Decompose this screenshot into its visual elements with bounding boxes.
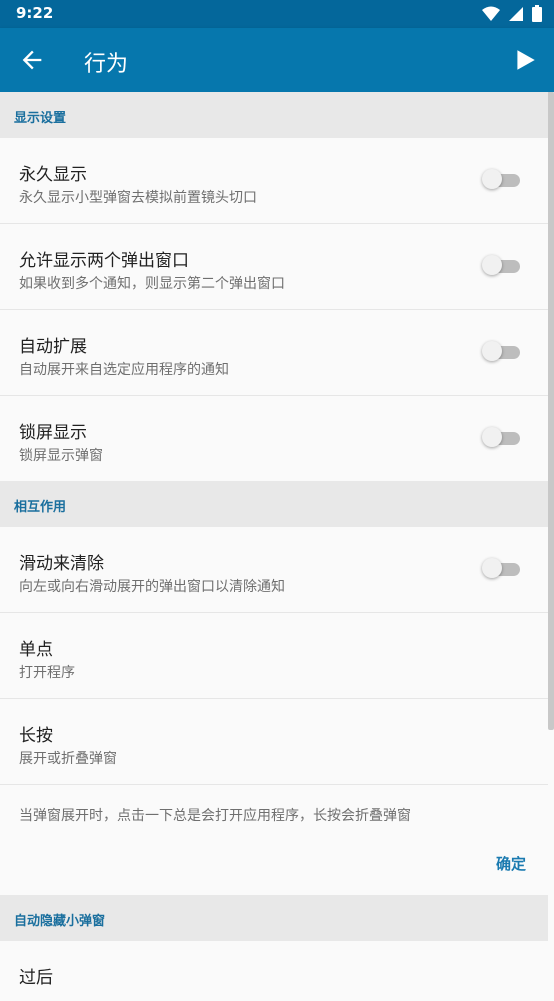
setting-subtitle: 自动展开来自选定应用程序的通知 — [19, 362, 229, 378]
scrollbar[interactable] — [548, 92, 554, 730]
setting-subtitle: 永久显示小型弹窗去模拟前置镜头切口 — [19, 190, 257, 206]
auto-expand-toggle[interactable] — [482, 341, 520, 361]
status-icons — [482, 5, 542, 22]
app-bar: 行为 — [0, 28, 554, 92]
setting-long-press[interactable]: 长按 展开或折叠弹窗 — [0, 699, 548, 785]
setting-title: 自动扩展 — [19, 337, 87, 357]
setting-auto-expand[interactable]: 自动扩展 自动展开来自选定应用程序的通知 — [0, 310, 548, 396]
section-header-auto-hide: 自动隐藏小弹窗 — [0, 895, 548, 941]
setting-title: 允许显示两个弹出窗口 — [19, 251, 189, 271]
setting-always-show[interactable]: 永久显示 永久显示小型弹窗去模拟前置镜头切口 — [0, 138, 548, 224]
setting-subtitle: 锁屏显示弹窗 — [19, 448, 103, 464]
two-popups-toggle[interactable] — [482, 255, 520, 275]
always-show-toggle[interactable] — [482, 169, 520, 189]
page-title: 行为 — [84, 52, 129, 77]
confirm-button[interactable]: 确定 — [496, 853, 526, 874]
setting-subtitle: 展开或折叠弹窗 — [19, 751, 117, 767]
note-text: 当弹窗展开时，点击一下总是会打开应用程序，长按会折叠弹窗 — [19, 808, 411, 824]
section-title: 相互作用 — [14, 500, 67, 515]
setting-title: 单点 — [19, 640, 53, 660]
setting-title: 滑动来清除 — [19, 554, 104, 574]
play-icon[interactable] — [512, 47, 538, 73]
section-title: 自动隐藏小弹窗 — [14, 914, 106, 929]
section-header-display: 显示设置 — [0, 92, 548, 138]
section-header-interaction: 相互作用 — [0, 481, 548, 527]
setting-title: 永久显示 — [19, 165, 87, 185]
setting-subtitle: 向左或向右滑动展开的弹出窗口以清除通知 — [19, 579, 285, 595]
wifi-icon — [482, 6, 500, 21]
status-time: 9:22 — [16, 4, 54, 22]
setting-title: 锁屏显示 — [19, 423, 87, 443]
setting-lockscreen[interactable]: 锁屏显示 锁屏显示弹窗 — [0, 396, 548, 481]
status-bar: 9:22 — [0, 0, 554, 28]
section-title: 显示设置 — [14, 111, 67, 126]
setting-swipe-dismiss[interactable]: 滑动来清除 向左或向右滑动展开的弹出窗口以清除通知 — [0, 527, 548, 613]
setting-subtitle: 打开程序 — [19, 665, 75, 681]
setting-title: 过后 — [19, 968, 53, 988]
setting-subtitle: 如果收到多个通知，则显示第二个弹出窗口 — [19, 276, 285, 292]
setting-after[interactable]: 过后 — [0, 941, 548, 1001]
battery-icon — [532, 5, 542, 22]
swipe-dismiss-toggle[interactable] — [482, 558, 520, 578]
setting-title: 长按 — [19, 726, 53, 746]
signal-icon — [509, 6, 523, 21]
settings-list: 显示设置 永久显示 永久显示小型弹窗去模拟前置镜头切口 允许显示两个弹出窗口 如… — [0, 92, 548, 1001]
arrow-back-icon[interactable] — [18, 46, 46, 74]
lockscreen-toggle[interactable] — [482, 427, 520, 447]
setting-single-tap[interactable]: 单点 打开程序 — [0, 613, 548, 699]
interaction-note: 当弹窗展开时，点击一下总是会打开应用程序，长按会折叠弹窗 确定 — [0, 785, 548, 895]
setting-two-popups[interactable]: 允许显示两个弹出窗口 如果收到多个通知，则显示第二个弹出窗口 — [0, 224, 548, 310]
